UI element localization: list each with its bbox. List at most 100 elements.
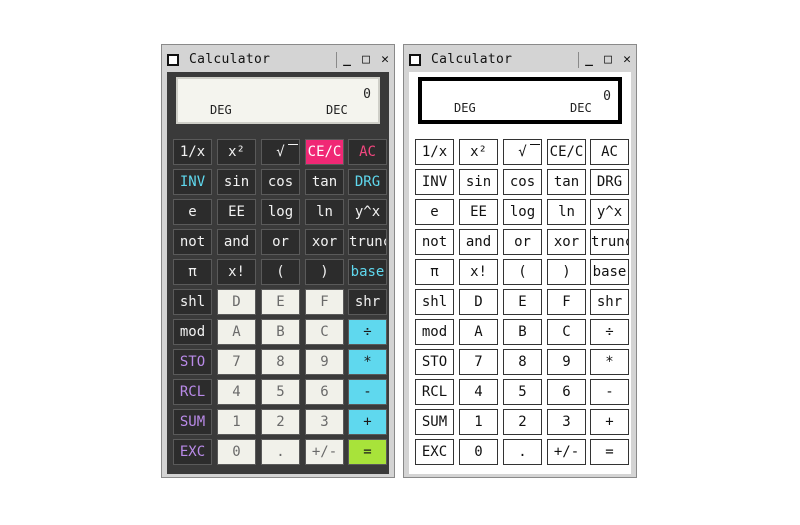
key-factorial-button[interactable]: x!: [459, 259, 498, 285]
key-multiply-button[interactable]: *: [590, 349, 629, 375]
key-e-button[interactable]: E: [503, 289, 542, 315]
key-open-paren-button[interactable]: (: [503, 259, 542, 285]
title-bar[interactable]: Calculator _ □ ✕: [407, 51, 633, 71]
key-decimal-point-button[interactable]: .: [503, 439, 542, 465]
key-trunc-button[interactable]: trunc: [590, 229, 629, 255]
key-sum-button[interactable]: SUM: [173, 409, 212, 435]
key-or-button[interactable]: or: [503, 229, 542, 255]
key-sign-toggle-button[interactable]: +/-: [547, 439, 586, 465]
key-a-button[interactable]: A: [217, 319, 256, 345]
key-sqrt-button[interactable]: √: [503, 139, 542, 165]
key-exc-button[interactable]: EXC: [173, 439, 212, 465]
key-e-button[interactable]: e: [173, 199, 212, 225]
key-xor-button[interactable]: xor: [305, 229, 344, 255]
key-ac-button[interactable]: AC: [590, 139, 629, 165]
key-sin-button[interactable]: sin: [217, 169, 256, 195]
key-b-button[interactable]: B: [261, 319, 300, 345]
key-tan-button[interactable]: tan: [547, 169, 586, 195]
key-power-button[interactable]: y^x: [348, 199, 387, 225]
key-ln-button[interactable]: ln: [305, 199, 344, 225]
key-log-button[interactable]: log: [261, 199, 300, 225]
key-6-button[interactable]: 6: [547, 379, 586, 405]
key-ee-button[interactable]: EE: [459, 199, 498, 225]
key-rcl-button[interactable]: RCL: [173, 379, 212, 405]
key-ee-button[interactable]: EE: [217, 199, 256, 225]
maximize-icon[interactable]: □: [600, 52, 616, 68]
key-2-button[interactable]: 2: [261, 409, 300, 435]
key-sign-toggle-button[interactable]: +/-: [305, 439, 344, 465]
window-menu-icon[interactable]: [409, 54, 421, 66]
minimize-icon[interactable]: _: [339, 52, 355, 68]
key-4-button[interactable]: 4: [217, 379, 256, 405]
key-pi-button[interactable]: π: [415, 259, 454, 285]
key-trunc-button[interactable]: trunc: [348, 229, 387, 255]
key-sum-button[interactable]: SUM: [415, 409, 454, 435]
key-e-button[interactable]: E: [261, 289, 300, 315]
key-7-button[interactable]: 7: [217, 349, 256, 375]
key-not-button[interactable]: not: [415, 229, 454, 255]
key-square-button[interactable]: x²: [217, 139, 256, 165]
key-log-button[interactable]: log: [503, 199, 542, 225]
key-ac-button[interactable]: AC: [348, 139, 387, 165]
key-factorial-button[interactable]: x!: [217, 259, 256, 285]
key-1-button[interactable]: 1: [459, 409, 498, 435]
key-base-button[interactable]: base: [590, 259, 629, 285]
key-and-button[interactable]: and: [459, 229, 498, 255]
key-decimal-point-button[interactable]: .: [261, 439, 300, 465]
key-xor-button[interactable]: xor: [547, 229, 586, 255]
key-9-button[interactable]: 9: [547, 349, 586, 375]
key-power-button[interactable]: y^x: [590, 199, 629, 225]
key-or-button[interactable]: or: [261, 229, 300, 255]
close-icon[interactable]: ✕: [619, 52, 635, 68]
key-1-button[interactable]: 1: [217, 409, 256, 435]
key-clear-entry-button[interactable]: CE/C: [547, 139, 586, 165]
key-clear-entry-button[interactable]: CE/C: [305, 139, 344, 165]
key-shr-button[interactable]: shr: [348, 289, 387, 315]
key-tan-button[interactable]: tan: [305, 169, 344, 195]
key-base-button[interactable]: base: [348, 259, 387, 285]
key-4-button[interactable]: 4: [459, 379, 498, 405]
key-8-button[interactable]: 8: [261, 349, 300, 375]
key-exc-button[interactable]: EXC: [415, 439, 454, 465]
key-sto-button[interactable]: STO: [415, 349, 454, 375]
key-f-button[interactable]: F: [305, 289, 344, 315]
maximize-icon[interactable]: □: [358, 52, 374, 68]
key-7-button[interactable]: 7: [459, 349, 498, 375]
key-mod-button[interactable]: mod: [173, 319, 212, 345]
key-2-button[interactable]: 2: [503, 409, 542, 435]
key-and-button[interactable]: and: [217, 229, 256, 255]
key-5-button[interactable]: 5: [503, 379, 542, 405]
key-close-paren-button[interactable]: ): [305, 259, 344, 285]
key-mod-button[interactable]: mod: [415, 319, 454, 345]
key-not-button[interactable]: not: [173, 229, 212, 255]
key-6-button[interactable]: 6: [305, 379, 344, 405]
key-minus-button[interactable]: -: [348, 379, 387, 405]
key-sqrt-button[interactable]: √: [261, 139, 300, 165]
key-multiply-button[interactable]: *: [348, 349, 387, 375]
key-plus-button[interactable]: +: [590, 409, 629, 435]
key-rcl-button[interactable]: RCL: [415, 379, 454, 405]
key-drg-button[interactable]: DRG: [590, 169, 629, 195]
key-close-paren-button[interactable]: ): [547, 259, 586, 285]
key-shr-button[interactable]: shr: [590, 289, 629, 315]
key-a-button[interactable]: A: [459, 319, 498, 345]
key-shl-button[interactable]: shl: [173, 289, 212, 315]
key-cos-button[interactable]: cos: [261, 169, 300, 195]
key-reciprocal-button[interactable]: 1/x: [415, 139, 454, 165]
key-9-button[interactable]: 9: [305, 349, 344, 375]
key-3-button[interactable]: 3: [305, 409, 344, 435]
key-0-button[interactable]: 0: [217, 439, 256, 465]
key-8-button[interactable]: 8: [503, 349, 542, 375]
key-open-paren-button[interactable]: (: [261, 259, 300, 285]
title-bar[interactable]: Calculator _ □ ✕: [165, 51, 391, 71]
key-square-button[interactable]: x²: [459, 139, 498, 165]
key-divide-button[interactable]: ÷: [348, 319, 387, 345]
key-0-button[interactable]: 0: [459, 439, 498, 465]
key-sto-button[interactable]: STO: [173, 349, 212, 375]
key-drg-button[interactable]: DRG: [348, 169, 387, 195]
key-equals-button[interactable]: =: [348, 439, 387, 465]
key-sin-button[interactable]: sin: [459, 169, 498, 195]
key-cos-button[interactable]: cos: [503, 169, 542, 195]
key-minus-button[interactable]: -: [590, 379, 629, 405]
key-b-button[interactable]: B: [503, 319, 542, 345]
